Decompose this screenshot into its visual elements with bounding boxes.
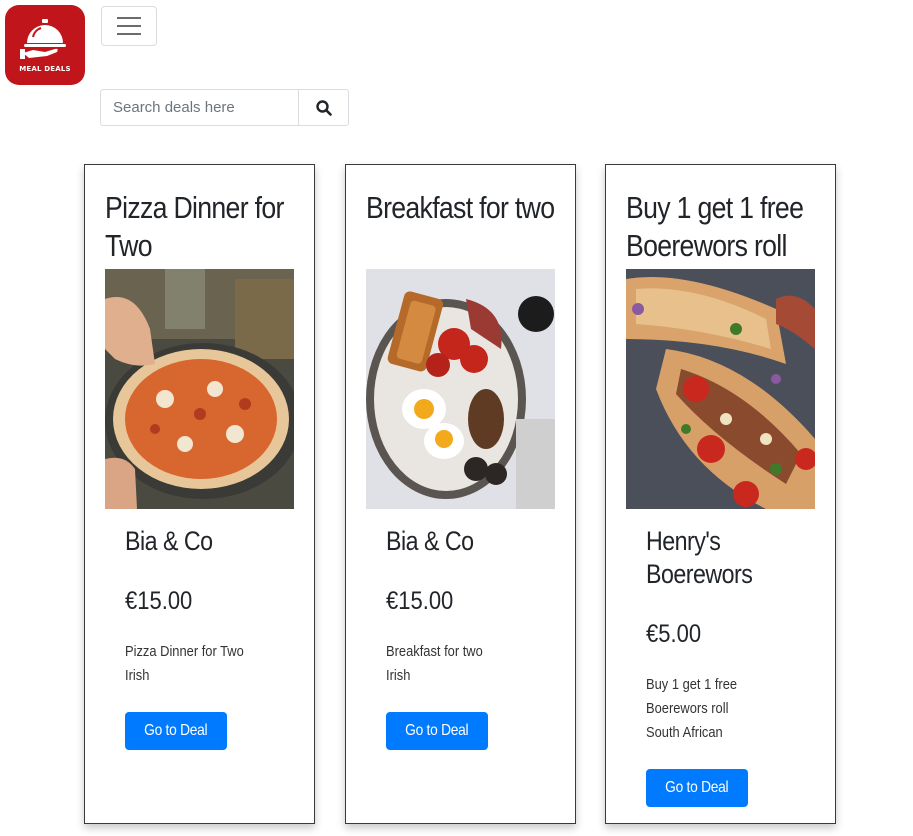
deal-title: Breakfast for two <box>366 190 555 225</box>
deal-body: Henry's Boerewors €5.00 Buy 1 get 1 free… <box>646 525 821 807</box>
deal-title: Buy 1 get 1 free Boerewors roll <box>626 190 804 263</box>
cloche-icon <box>20 19 66 59</box>
go-to-deal-label: Go to Deal <box>144 722 208 739</box>
search-icon <box>315 99 332 116</box>
hamburger-menu-icon <box>117 17 141 19</box>
go-to-deal-button[interactable]: Go to Deal <box>386 712 488 750</box>
go-to-deal-button[interactable]: Go to Deal <box>646 769 748 807</box>
deal-body: Bia & Co €15.00 Pizza Dinner for Two Iri… <box>125 525 300 750</box>
deal-description: Breakfast for two <box>386 643 483 660</box>
deal-price: €15.00 <box>125 587 193 615</box>
deal-description: Pizza Dinner for Two <box>125 643 244 660</box>
meal-deals-logo[interactable]: MEAL DEALS <box>5 5 85 85</box>
restaurant-name: Henry's Boerewors <box>646 526 753 589</box>
search-input[interactable] <box>101 90 298 125</box>
deal-card: Buy 1 get 1 free Boerewors roll Henry's … <box>605 164 836 824</box>
deal-image-boerewors <box>626 269 815 509</box>
go-to-deal-label: Go to Deal <box>405 722 469 739</box>
restaurant-name: Bia & Co <box>125 526 213 556</box>
deal-title: Pizza Dinner for Two <box>105 190 284 263</box>
go-to-deal-label: Go to Deal <box>665 779 729 796</box>
restaurant-name: Bia & Co <box>386 526 474 556</box>
deal-description: Buy 1 get 1 free Boerewors roll <box>646 676 738 717</box>
deal-cuisine: South African <box>646 724 723 741</box>
logo-text: MEAL DEALS <box>19 65 71 73</box>
deal-image-breakfast <box>366 269 555 509</box>
deal-cuisine: Irish <box>125 667 150 684</box>
deal-cuisine: Irish <box>386 667 411 684</box>
hamburger-menu-icon-bar <box>117 25 141 27</box>
go-to-deal-button[interactable]: Go to Deal <box>125 712 227 750</box>
deal-price: €5.00 <box>646 620 702 648</box>
search-form <box>100 89 349 126</box>
hamburger-menu-icon-bar <box>117 33 141 35</box>
search-button[interactable] <box>298 90 348 125</box>
deal-card: Breakfast for two Bia & Co €15.00 Breakf… <box>345 164 576 824</box>
menu-toggle-button[interactable] <box>101 6 157 46</box>
deal-image-pizza <box>105 269 294 509</box>
deal-card: Pizza Dinner for Two Bia & Co €15.00 Piz… <box>84 164 315 824</box>
deal-body: Bia & Co €15.00 Breakfast for two Irish … <box>386 525 561 750</box>
deal-price: €15.00 <box>386 587 454 615</box>
